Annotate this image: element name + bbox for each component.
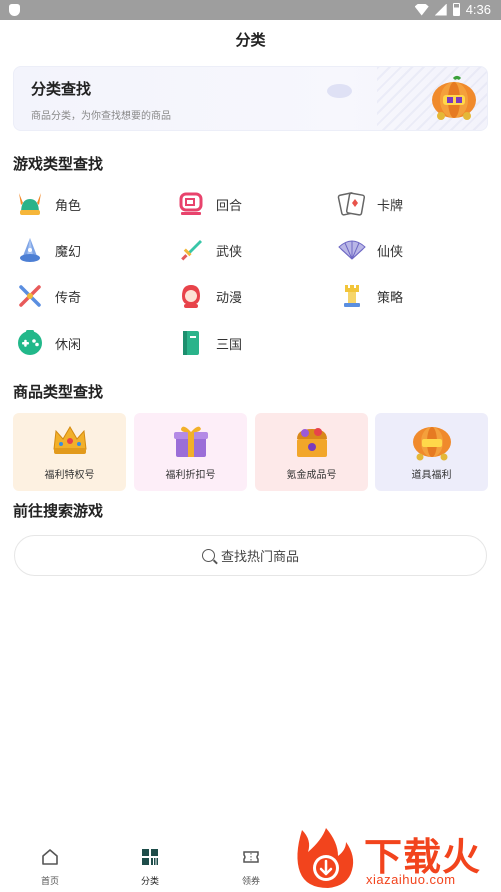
page-title: 分类 [235,31,266,49]
game-type-section-title: 游戏类型查找 [13,155,104,173]
banner-title: 分类查找 [31,80,92,98]
goods-card-krypton[interactable]: 氪金成品号 [255,413,368,491]
book-icon [176,328,206,358]
home-icon [42,849,58,865]
crown-icon [52,426,87,454]
goods-card-discount[interactable]: 福利折扣号 [134,413,247,491]
category-label: 仙侠 [377,244,404,260]
category-role[interactable]: 角色 [15,189,81,219]
wifi-icon [414,3,429,16]
goods-card-label: 福利折扣号 [165,470,216,481]
tab-label: 分类 [140,877,159,887]
category-label: 魔幻 [55,244,82,260]
category-casual[interactable]: 休闲 [15,328,81,358]
category-strategy[interactable]: 策略 [337,281,403,311]
treasure-chest-icon [296,428,327,457]
goods-card-label: 道具福利 [411,470,452,481]
goods-card-privilege[interactable]: 福利特权号 [13,413,126,491]
anime-girl-icon [176,281,206,311]
category-three-kingdoms[interactable]: 三国 [176,328,242,358]
crossed-swords-icon [15,281,45,311]
category-search-banner[interactable]: 分类查找 商品分类，为你查找想要的商品 [13,66,488,131]
tab-label: 领券 [241,877,260,887]
shield-icon [9,4,20,16]
search-input[interactable]: 查找热门商品 [14,535,487,576]
tab-coupon[interactable]: 领券 [221,848,281,887]
banner-subtitle: 商品分类，为你查找想要的商品 [31,111,171,122]
cards-icon [337,189,367,219]
category-xianxia[interactable]: 仙侠 [337,235,403,265]
coupon-icon [243,851,259,863]
pumpkin-carriage-icon [412,427,451,461]
sword-icon [176,235,206,265]
category-fantasy[interactable]: 魔幻 [15,235,81,265]
goods-card-items[interactable]: 道具福利 [375,413,488,491]
chess-tower-icon [337,281,367,311]
goods-card-label: 氪金成品号 [286,470,337,481]
tab-home[interactable]: 首页 [20,848,80,887]
category-label: 三国 [216,337,243,353]
tab-label: 首页 [40,877,59,887]
status-bar: 4:36 [0,0,501,20]
status-time: 4:36 [465,2,491,17]
category-label: 回合 [216,198,243,214]
category-martial[interactable]: 武侠 [176,235,242,265]
category-turn[interactable]: 回合 [176,189,242,219]
pumpkin-carriage-icon [432,76,476,120]
search-section-title: 前往搜索游戏 [13,502,104,520]
category-label: 武侠 [216,244,243,260]
signal-icon [434,3,447,16]
category-icon [142,849,158,865]
battery-icon [452,3,460,16]
category-label: 角色 [55,198,82,214]
category-cards[interactable]: 卡牌 [337,189,403,219]
category-label: 传奇 [55,290,82,306]
gift-box-icon [173,426,208,457]
category-anime[interactable]: 动漫 [176,281,242,311]
flame-logo-icon [297,828,354,888]
status-icons: 4:36 [414,2,491,17]
banner-decoration [327,84,352,98]
turn-icon [176,189,206,219]
category-label: 卡牌 [377,198,404,214]
search-icon [201,549,215,562]
tab-category[interactable]: 分类 [120,848,180,887]
category-label: 策略 [377,290,404,306]
search-placeholder: 查找热门商品 [220,550,299,565]
gamepad-icon [15,328,45,358]
category-label: 休闲 [55,337,82,353]
category-legend[interactable]: 传奇 [15,281,81,311]
watermark-url: xiazaihuo.com [366,872,456,887]
goods-card-label: 福利特权号 [44,470,95,481]
fan-icon [337,235,367,265]
goods-type-section-title: 商品类型查找 [13,383,104,401]
viking-helmet-icon [15,189,45,219]
watermark: 下载火 xiazaihuo.com [292,826,497,890]
wizard-icon [15,235,45,265]
category-label: 动漫 [216,290,243,306]
